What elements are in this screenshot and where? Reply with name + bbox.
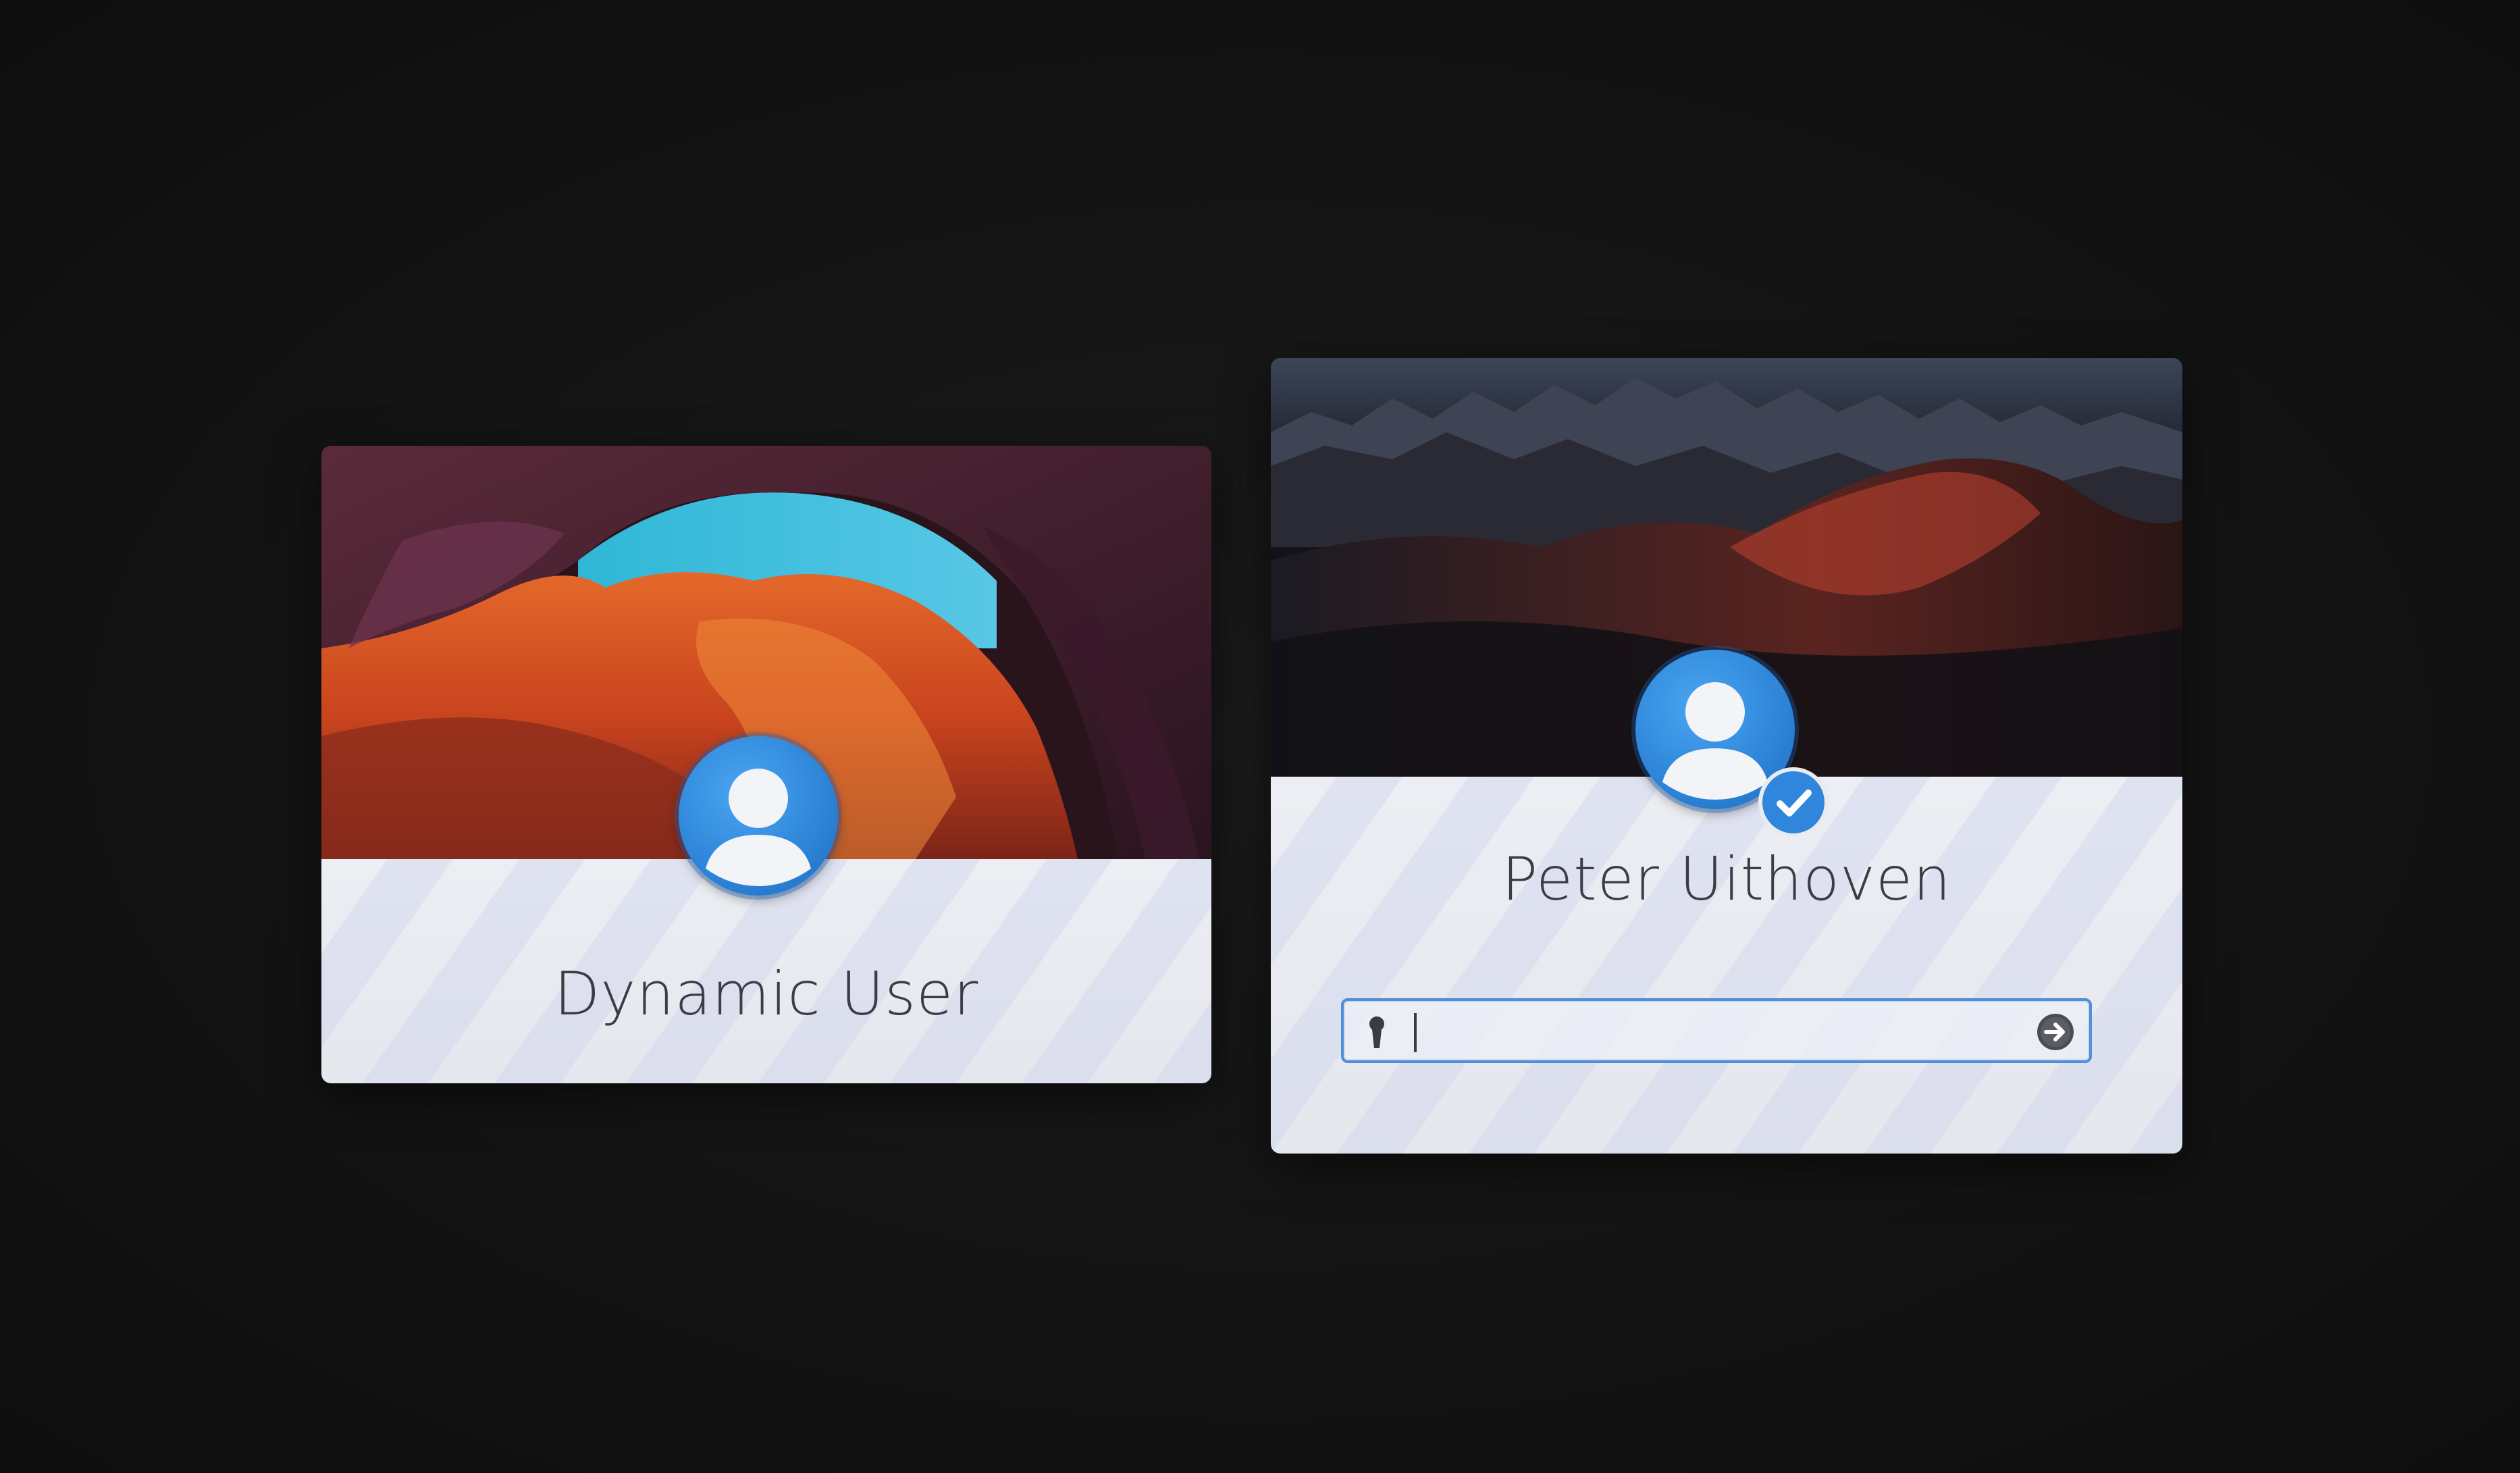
user-name-label: Dynamic User	[554, 959, 979, 1029]
password-input[interactable]	[1418, 1005, 2028, 1060]
password-field[interactable]	[1341, 998, 2092, 1063]
key-icon	[1369, 1016, 1384, 1048]
arrow-right-circle-icon[interactable]	[2035, 1012, 2076, 1052]
user-card-dynamic-user[interactable]: Dynamic User	[321, 446, 1211, 1083]
user-name-label: Peter Uithoven	[1502, 844, 1951, 914]
login-screen: Dynamic User Peter Uithoven	[0, 0, 2520, 1473]
user-card-peter-uithoven[interactable]: Peter Uithoven	[1271, 358, 2182, 1154]
card-body	[1271, 777, 2182, 1154]
check-icon	[1762, 771, 1825, 833]
text-caret	[1414, 1013, 1417, 1052]
user-avatar-icon[interactable]	[679, 736, 838, 896]
